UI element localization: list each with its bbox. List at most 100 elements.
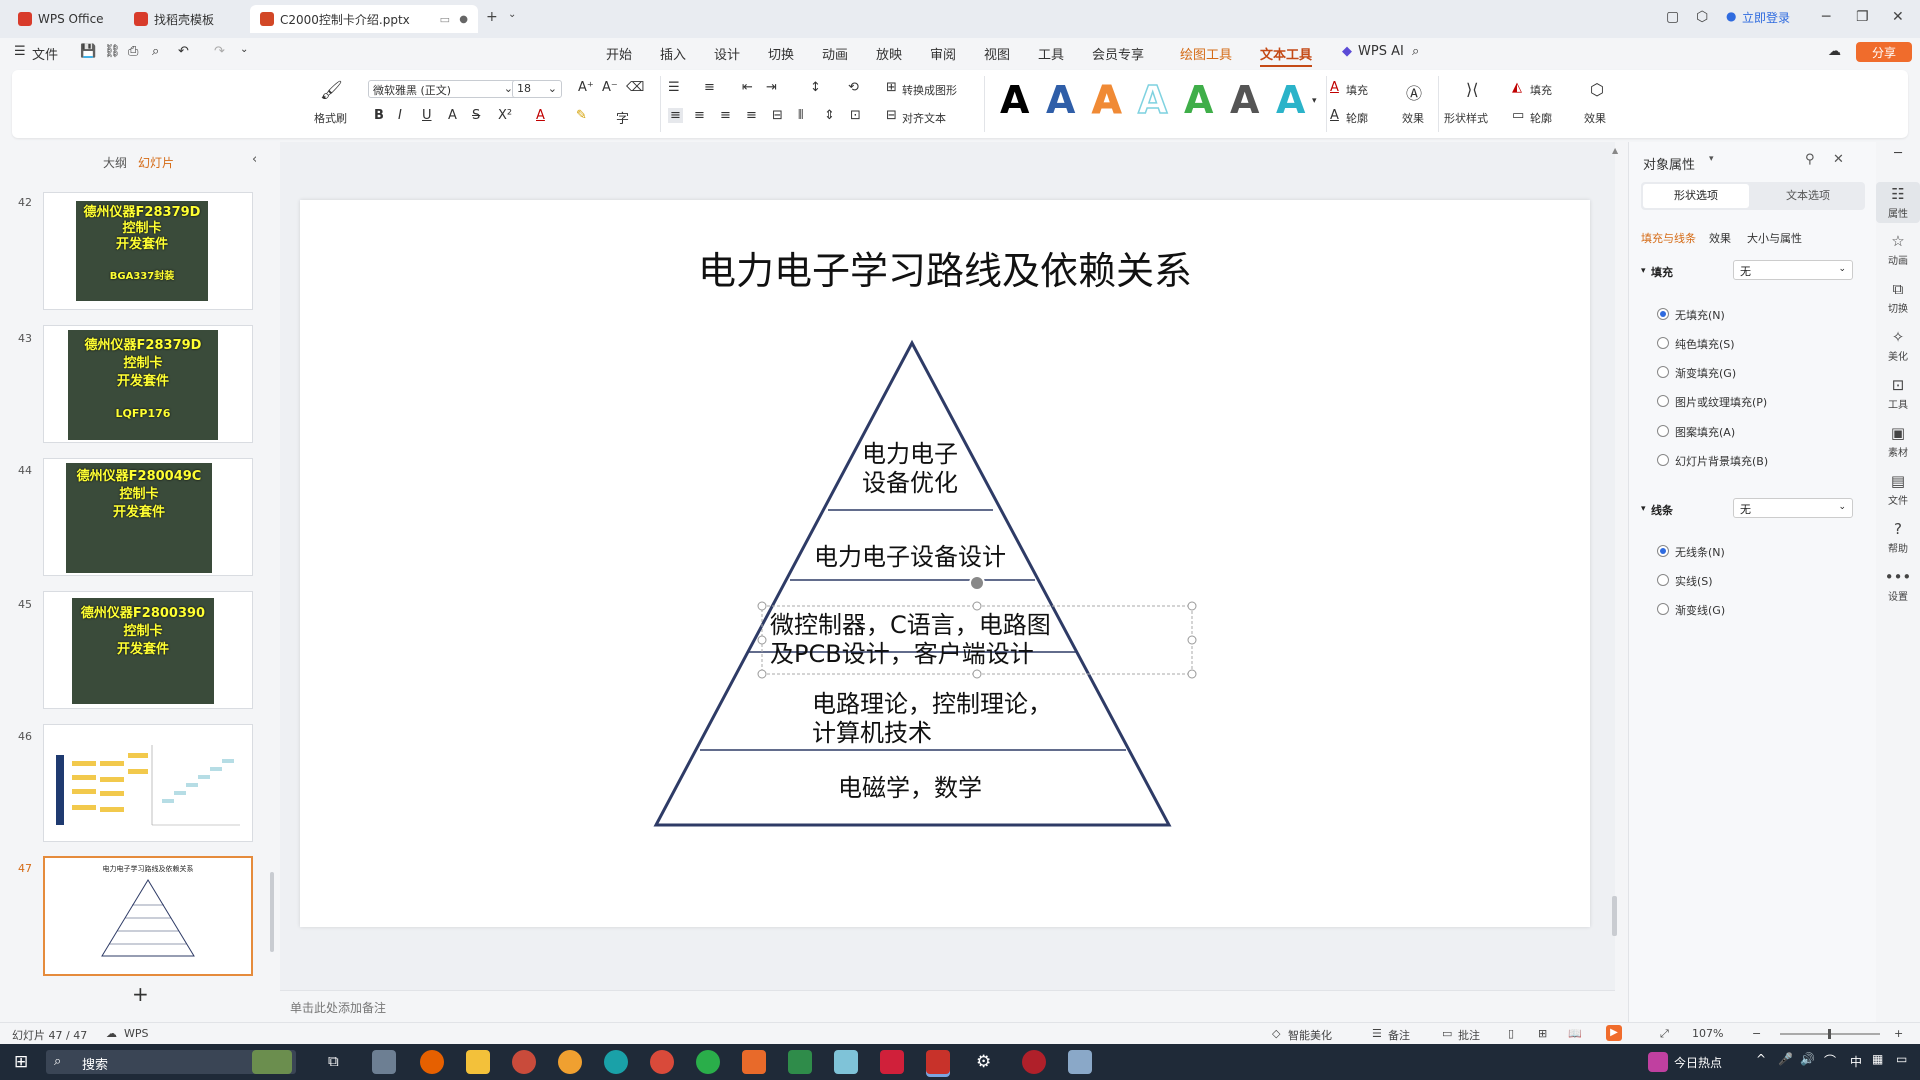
notification-icon[interactable]: ▭: [1896, 1052, 1907, 1066]
collapse-panel-icon[interactable]: ‹: [252, 152, 257, 167]
app-icon[interactable]: [1022, 1050, 1046, 1074]
italic-icon[interactable]: I: [398, 108, 402, 123]
zoom-in-icon[interactable]: +: [1894, 1027, 1903, 1040]
zoom-slider-thumb[interactable]: [1828, 1029, 1831, 1039]
wordart-more-icon[interactable]: ▾: [1312, 96, 1317, 106]
text-box-icon[interactable]: ⊡: [850, 108, 861, 123]
wordart-style-6[interactable]: A: [1230, 80, 1259, 120]
menu-transition[interactable]: 切换: [768, 44, 794, 63]
close-panel-icon[interactable]: ✕: [1833, 152, 1844, 167]
wordart-style-7[interactable]: A: [1276, 80, 1305, 120]
menu-animation[interactable]: 动画: [822, 44, 848, 63]
close-icon[interactable]: ✕: [1892, 9, 1904, 25]
text-fill-icon[interactable]: A: [1330, 80, 1339, 95]
bold-icon[interactable]: B: [374, 108, 384, 123]
font-color-icon[interactable]: A: [536, 108, 545, 123]
sidebar-tools[interactable]: ⊡ 工具: [1876, 376, 1920, 411]
firefox-icon[interactable]: [420, 1050, 444, 1074]
pyramid-level-5[interactable]: 电磁学，数学: [760, 774, 1060, 803]
undo-icon[interactable]: ↶: [178, 44, 189, 59]
columns-icon[interactable]: ⫴: [798, 108, 803, 123]
vertical-align-icon[interactable]: ⇕: [824, 108, 835, 123]
shape-style-label[interactable]: 形状样式: [1444, 110, 1488, 126]
radio-background-fill[interactable]: [1657, 454, 1669, 466]
camera-icon[interactable]: [1068, 1050, 1092, 1074]
menu-home[interactable]: 开始: [606, 44, 632, 63]
radio-solid-fill[interactable]: [1657, 337, 1669, 349]
thumbnail-scrollbar[interactable]: [270, 872, 274, 952]
wordart-style-4[interactable]: A: [1137, 79, 1168, 121]
preview-icon[interactable]: ⌕: [152, 44, 159, 59]
font-name-select[interactable]: 微软雅黑 (正文) ⌄: [368, 80, 518, 98]
cloud-upload-icon[interactable]: ☁: [1828, 44, 1841, 59]
clear-format-icon[interactable]: ⌫: [626, 80, 644, 95]
wordart-style-5[interactable]: A: [1184, 80, 1213, 120]
settings-gear-icon[interactable]: ⚙: [976, 1052, 991, 1072]
news-label[interactable]: 今日热点: [1674, 1054, 1722, 1071]
slide-thumbnail-44[interactable]: 德州仪器F280049C 控制卡 开发套件: [43, 458, 253, 576]
notes-placeholder[interactable]: 单击此处添加备注: [290, 999, 386, 1016]
notes-toggle-icon[interactable]: ☰: [1372, 1027, 1382, 1040]
scroll-up-icon[interactable]: ▲: [1612, 146, 1618, 155]
smart-beautify-button[interactable]: 智能美化: [1288, 1027, 1332, 1043]
align-center-icon[interactable]: ≡: [694, 108, 705, 123]
volume-icon[interactable]: 🔊: [1800, 1052, 1815, 1066]
menu-text-tools[interactable]: 文本工具: [1260, 44, 1313, 67]
menu-wps-ai[interactable]: WPS AI: [1358, 44, 1404, 59]
shape-outline-label[interactable]: 轮廓: [1530, 110, 1552, 126]
tray-chevron-icon[interactable]: ^: [1756, 1052, 1766, 1066]
line-spacing-icon[interactable]: ↕: [810, 80, 821, 95]
fit-window-icon[interactable]: ⤢: [1660, 1027, 1669, 1041]
align-left-icon[interactable]: ≡: [668, 108, 683, 123]
pyramid-level-2[interactable]: 电力电子设备设计: [760, 543, 1060, 572]
chevron-down-icon[interactable]: ▾: [1709, 154, 1714, 164]
distribute-icon[interactable]: ⊟: [772, 108, 783, 123]
zoom-level[interactable]: 107%: [1692, 1027, 1723, 1040]
shadow-text-icon[interactable]: A: [448, 108, 457, 123]
wechat-icon[interactable]: [696, 1050, 720, 1074]
align-right-icon[interactable]: ≡: [720, 108, 731, 123]
slide-canvas[interactable]: 电力电子学习路线及依赖关系 电力电子 设备优化 电力电子设备设计 微控制器，C语…: [300, 200, 1590, 927]
slide-sorter-icon[interactable]: ⊞: [1538, 1027, 1547, 1040]
zoom-slider[interactable]: [1780, 1029, 1880, 1039]
news-icon[interactable]: [1648, 1052, 1668, 1072]
slide-thumbnail-46[interactable]: [43, 724, 253, 842]
ime-mode-icon[interactable]: ▦: [1872, 1052, 1883, 1066]
scrollbar-thumb[interactable]: [1612, 896, 1617, 936]
align-text-label[interactable]: 对齐文本: [902, 110, 946, 126]
link-icon[interactable]: ⛓: [104, 44, 121, 59]
bullets-icon[interactable]: ☰: [668, 80, 680, 95]
convert-shape-label[interactable]: 转换成图形: [902, 82, 957, 98]
text-effects-label[interactable]: 效果: [1402, 110, 1424, 126]
strikethrough-icon[interactable]: S: [472, 108, 480, 123]
pin-icon[interactable]: ⚲: [1805, 152, 1815, 167]
slide-thumbnail-43[interactable]: 德州仪器F28379D 控制卡 开发套件 LQFP176: [43, 325, 253, 443]
numbering-icon[interactable]: ≡: [704, 80, 715, 95]
app-icon[interactable]: [788, 1050, 812, 1074]
redo-icon[interactable]: ↷: [214, 44, 225, 59]
slide-thumbnail-45[interactable]: 德州仪器F2800390 控制卡 开发套件: [43, 591, 253, 709]
search-icon[interactable]: ⌕: [1412, 44, 1419, 59]
menu-file[interactable]: 文件: [32, 44, 58, 63]
cube-icon[interactable]: ⬡: [1696, 9, 1708, 25]
hamburger-icon[interactable]: ☰: [14, 44, 26, 59]
share-button[interactable]: 分享: [1856, 42, 1912, 62]
sidebar-properties[interactable]: ☷ 属性: [1876, 182, 1920, 223]
convert-shape-icon[interactable]: ⊞: [886, 80, 897, 95]
align-text-icon[interactable]: ⊟: [886, 108, 897, 123]
task-view-icon[interactable]: ⧉: [328, 1052, 339, 1070]
wordart-style-1[interactable]: A: [1000, 80, 1029, 120]
tab-template[interactable]: 找稻壳模板: [124, 5, 246, 33]
app-icon[interactable]: [834, 1050, 858, 1074]
slide-thumbnail-42[interactable]: 德州仪器F28379D 控制卡 开发套件 BGA337封装: [43, 192, 253, 310]
quick-access-more-icon[interactable]: ⌄: [240, 44, 248, 55]
radio-solid-line[interactable]: [1657, 574, 1669, 586]
wordart-style-3[interactable]: A: [1091, 80, 1121, 121]
network-icon[interactable]: ⌒: [1824, 1052, 1836, 1069]
radio-gradient-fill[interactable]: [1657, 366, 1669, 378]
outdent-icon[interactable]: ⇤: [742, 80, 753, 95]
pyramid-level-3[interactable]: 微控制器，C语言，电路图 及PCB设计，客户端设计: [770, 611, 1190, 669]
increase-font-icon[interactable]: A⁺: [578, 80, 594, 95]
shape-effects-icon[interactable]: ⬡: [1590, 80, 1604, 99]
menu-review[interactable]: 审阅: [930, 44, 956, 63]
